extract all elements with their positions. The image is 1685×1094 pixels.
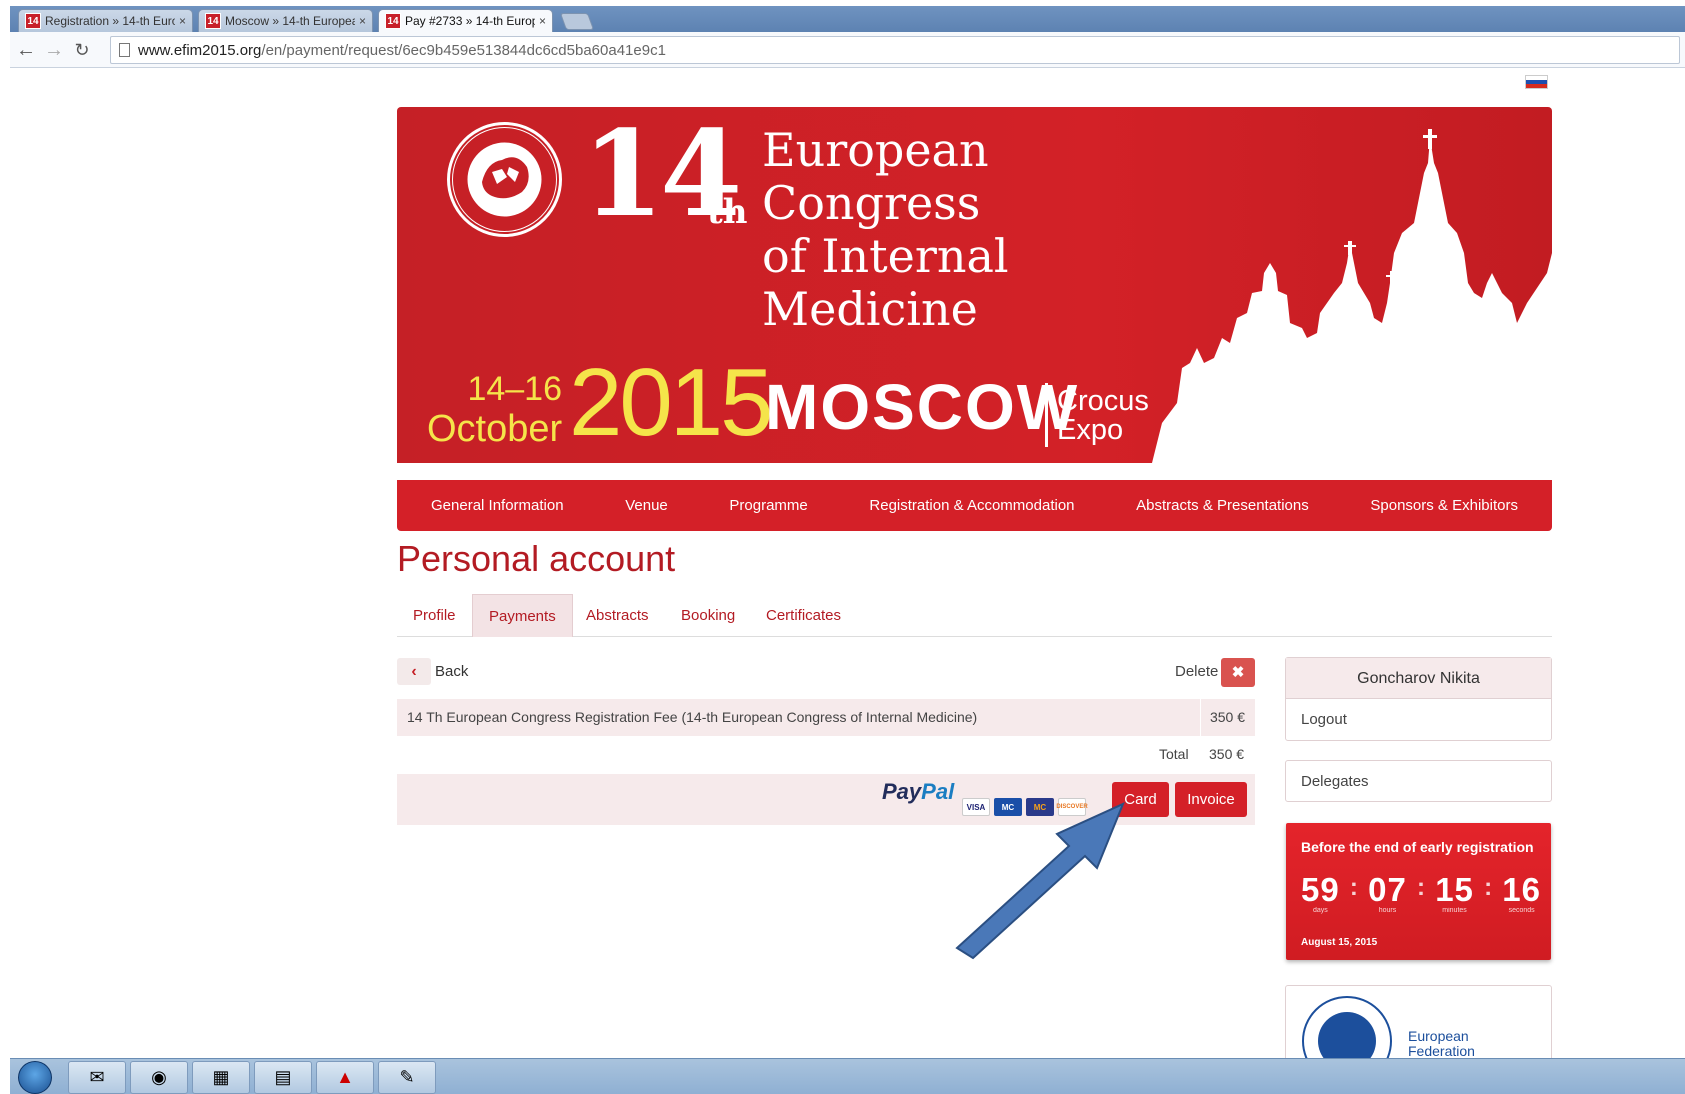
efim-emblem-icon — [447, 122, 562, 237]
item-description: 14 Th European Congress Registration Fee… — [407, 709, 978, 725]
congress-banner: 14 th European Congress of Internal Medi… — [397, 107, 1552, 463]
banner-city: MOSCOW — [765, 371, 1080, 443]
item-amount: 350 € — [1209, 709, 1245, 725]
paypal-logo[interactable]: PayPal — [882, 779, 954, 805]
nav-venue[interactable]: Venue — [625, 497, 668, 514]
total-label: Total — [1159, 746, 1189, 762]
close-tab-icon[interactable]: × — [539, 14, 546, 28]
account-tabs: Profile Payments Abstracts Booking Certi… — [397, 594, 1552, 637]
browser-tab[interactable]: 14 Registration » 14-th Europ × — [18, 9, 193, 32]
countdown-hours: 07 — [1368, 871, 1407, 908]
nav-abstracts-presentations[interactable]: Abstracts & Presentations — [1136, 497, 1309, 514]
nav-sponsors-exhibitors[interactable]: Sponsors & Exhibitors — [1370, 497, 1518, 514]
start-button-icon[interactable] — [18, 1061, 52, 1094]
browser-tab[interactable]: 14 Moscow » 14-th European × — [198, 9, 373, 32]
banner-title: European Congress of Internal Medicine — [762, 123, 1009, 336]
close-tab-icon[interactable]: × — [179, 14, 186, 28]
early-registration-countdown: Before the end of early registration 59 d… — [1286, 823, 1551, 960]
browser-tab-active[interactable]: 14 Pay #2733 » 14-th Europe × — [378, 9, 553, 32]
address-bar: ← → ↻ www.efim2015.org/en/payment/reques… — [10, 32, 1685, 68]
url-path: /en/payment/request/6ec9b459e513844dc6cd… — [261, 41, 666, 59]
invoice-button[interactable]: Invoice — [1175, 782, 1247, 817]
browser-tab-bar: 14 Registration » 14-th Europ × 14 Mosco… — [10, 6, 1685, 32]
kremlin-skyline-icon — [1152, 129, 1552, 463]
banner-dates: 14–16 October — [427, 370, 563, 450]
banner-venue: Crocus Expo — [1057, 385, 1149, 446]
delete-button[interactable]: ✖ — [1221, 658, 1255, 687]
back-label[interactable]: Back — [435, 663, 468, 680]
countdown-seconds: 16 — [1502, 871, 1541, 908]
countdown-minutes: 15 — [1435, 871, 1474, 908]
back-arrow-icon[interactable]: ← — [14, 38, 38, 62]
nav-general-information[interactable]: General Information — [431, 497, 564, 514]
favicon-icon: 14 — [385, 13, 401, 29]
file-explorer-icon[interactable]: ▤ — [254, 1061, 312, 1094]
annotation-arrow-icon — [955, 802, 1125, 960]
russian-flag-icon[interactable] — [1525, 75, 1548, 89]
browser-tab-title: Moscow » 14-th European — [225, 14, 355, 28]
user-name: Goncharov Nikita — [1286, 658, 1551, 699]
close-icon: ✖ — [1231, 664, 1245, 681]
forward-arrow-icon[interactable]: → — [42, 38, 66, 62]
favicon-icon: 14 — [25, 13, 41, 29]
close-tab-icon[interactable]: × — [359, 14, 366, 28]
efim-name: European Federation — [1408, 1028, 1475, 1059]
delete-label: Delete — [1175, 663, 1219, 680]
nav-registration-accommodation[interactable]: Registration & Accommodation — [869, 497, 1074, 514]
banner-suffix: th — [707, 192, 748, 232]
table-row: 14 Th European Congress Registration Fee… — [397, 699, 1255, 736]
delegates-link[interactable]: Delegates — [1285, 760, 1552, 802]
tab-abstracts[interactable]: Abstracts — [570, 594, 665, 637]
tab-booking[interactable]: Booking — [665, 594, 751, 637]
windows-taskbar: ✉ ◉ ▦ ▤ ▲ ✎ — [10, 1058, 1685, 1094]
outlook-icon[interactable]: ✉ — [68, 1061, 126, 1094]
tab-profile[interactable]: Profile — [397, 594, 472, 637]
reload-icon[interactable]: ↻ — [70, 38, 94, 62]
paint-icon[interactable]: ✎ — [378, 1061, 436, 1094]
new-tab-button[interactable] — [559, 13, 595, 30]
countdown-days: 59 — [1301, 871, 1340, 908]
chevron-left-icon: ‹ — [411, 663, 417, 680]
countdown-digits: 59 days : 07 hours : 15 minutes : 16 seconds — [1301, 871, 1541, 915]
efim-sponsor-box[interactable]: European Federation — [1285, 985, 1552, 1065]
page-title: Personal account — [397, 538, 676, 579]
url-host: www.efim2015.org — [138, 41, 262, 59]
favicon-icon: 14 — [205, 13, 221, 29]
back-button[interactable]: ‹ — [397, 658, 431, 685]
countdown-date: August 15, 2015 — [1301, 937, 1378, 948]
banner-divider — [1045, 383, 1048, 447]
logout-link[interactable]: Logout — [1286, 699, 1551, 740]
efim-logo-icon — [1302, 996, 1392, 1064]
user-panel: Goncharov Nikita Logout — [1285, 657, 1552, 741]
page-icon — [119, 43, 130, 57]
nav-programme[interactable]: Programme — [729, 497, 807, 514]
countdown-title: Before the end of early registration — [1301, 839, 1534, 855]
acrobat-icon[interactable]: ▲ — [316, 1061, 374, 1094]
tab-certificates[interactable]: Certificates — [750, 594, 857, 637]
chrome-icon[interactable]: ◉ — [130, 1061, 188, 1094]
url-input[interactable]: www.efim2015.org/en/payment/request/6ec9… — [110, 36, 1680, 64]
main-navigation: General Information Venue Programme Regi… — [397, 480, 1552, 531]
browser-tab-title: Registration » 14-th Europ — [45, 14, 175, 28]
browser-tab-title: Pay #2733 » 14-th Europe — [405, 14, 535, 28]
banner-year: 2015 — [569, 349, 774, 456]
tab-payments[interactable]: Payments — [472, 594, 573, 637]
total-amount: 350 € — [1209, 746, 1245, 762]
calculator-icon[interactable]: ▦ — [192, 1061, 250, 1094]
